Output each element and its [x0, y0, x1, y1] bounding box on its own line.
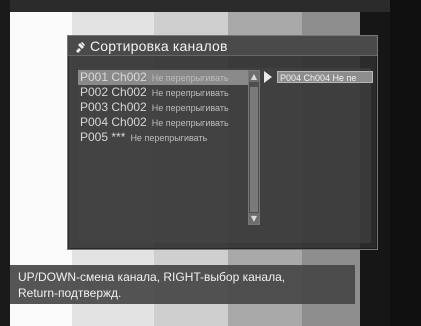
left-border: [0, 0, 10, 326]
help-line-2: Return-подтвержд.: [18, 286, 122, 300]
channel-row-p001[interactable]: P001 Ch002 Не перепрыгивать: [78, 70, 248, 85]
channel-sort-dialog: Сортировка каналов P001 Ch002 Не перепры…: [67, 35, 378, 250]
channel-status: Не перепрыгивать: [151, 88, 229, 98]
dialog-title: Сортировка каналов: [90, 37, 228, 54]
screwdriver-icon: [74, 40, 86, 53]
channel-row-p002[interactable]: P002 Ch002 Не перепрыгивать: [78, 85, 248, 100]
channel-code: P004 Ch002: [80, 115, 147, 129]
scrollbar[interactable]: ▲ ▼: [248, 70, 260, 225]
channel-code: P001 Ch002: [80, 70, 147, 84]
dialog-title-bar: Сортировка каналов: [68, 36, 377, 56]
tv-menu-screen: Сортировка каналов P001 Ch002 Не перепры…: [0, 0, 421, 326]
scroll-up-icon[interactable]: ▲: [249, 71, 259, 82]
help-line-1: UP/DOWN-смена канала, RIGHT-выбор канала…: [18, 270, 286, 284]
top-border: [0, 0, 421, 12]
channel-status: Не перепрыгивать: [151, 73, 229, 83]
channel-list[interactable]: P001 Ch002 Не перепрыгивать P002 Ch002 Н…: [78, 70, 248, 258]
channel-code: P002 Ch002: [80, 85, 147, 99]
channel-status: Не перепрыгивать: [151, 118, 229, 128]
scroll-thumb[interactable]: [250, 87, 258, 212]
right-border: [390, 0, 421, 326]
channel-code: P005 ***: [80, 130, 126, 144]
channel-row-p003[interactable]: P003 Ch002 Не перепрыгивать: [78, 100, 248, 115]
channel-code: P003 Ch002: [80, 100, 147, 114]
channel-status: Не перепрыгивать: [151, 103, 229, 113]
help-bar: UP/DOWN-смена канала, RIGHT-выбор канала…: [10, 265, 355, 304]
play-icon: [264, 71, 272, 83]
channel-row-p004[interactable]: P004 Ch002 Не перепрыгивать: [78, 115, 248, 130]
channel-row-p005[interactable]: P005 *** Не перепрыгивать: [78, 130, 248, 145]
scroll-down-icon[interactable]: ▼: [249, 213, 259, 224]
channel-status: Не перепрыгивать: [130, 133, 208, 143]
selected-channel-box[interactable]: P004 Ch004 Не пе: [277, 71, 373, 83]
